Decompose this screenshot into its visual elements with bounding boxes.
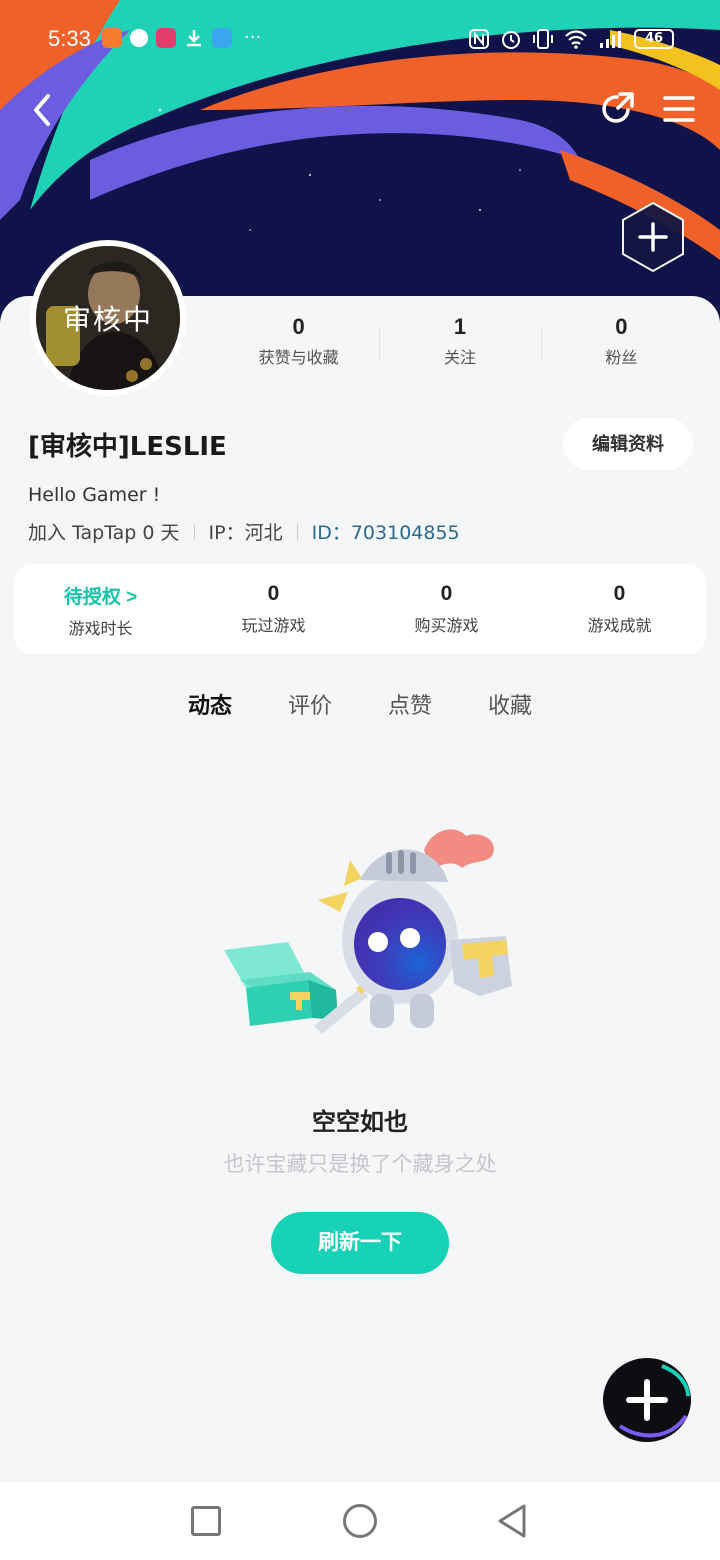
- stat-value: 0: [615, 314, 628, 339]
- refresh-button[interactable]: 刷新一下: [271, 1212, 449, 1274]
- stat-label: 粉丝: [605, 348, 638, 367]
- game-stat-playtime[interactable]: 待授权 > 游戏时长: [14, 564, 187, 654]
- content-tabs: 动态 评价 点赞 收藏: [0, 688, 720, 720]
- social-stats: 0 获赞与收藏 1 关注 0 粉丝: [218, 314, 702, 368]
- stat-value: 0: [292, 314, 305, 339]
- game-stat-value: 0: [440, 582, 453, 605]
- profile-screen: 5:33 ··· 46 审核中 0 获赞与收藏 1 关注 0 粉丝 [审核中]L…: [0, 0, 720, 1560]
- more-notifications: ···: [244, 27, 262, 48]
- empty-state-title: 空空如也: [312, 1108, 408, 1136]
- game-stat-label: 游戏时长: [68, 619, 133, 638]
- avatar[interactable]: 审核中: [30, 240, 186, 396]
- game-stat-value: 0: [613, 582, 626, 605]
- nfc-icon: [469, 29, 489, 49]
- game-stats-panel: 待授权 > 游戏时长 0 玩过游戏 0 购买游戏 0 游戏成就: [14, 564, 706, 654]
- divider: [296, 523, 298, 540]
- profile-meta: 加入 TapTap 0 天 IP：河北 ID：703104855: [28, 518, 460, 545]
- status-time: 5:33: [48, 26, 91, 51]
- alarm-icon: [502, 31, 520, 49]
- download-icon: [187, 30, 201, 47]
- stat-likes[interactable]: 0 获赞与收藏: [218, 314, 379, 368]
- stat-label: 关注: [443, 348, 476, 367]
- empty-state-illustration: [224, 829, 512, 1034]
- avatar-review-overlay: 审核中: [36, 246, 180, 390]
- share-icon[interactable]: [598, 90, 636, 128]
- app-notification-icon: [102, 28, 122, 48]
- tab-moments[interactable]: 动态: [185, 688, 234, 720]
- signal-icon: [600, 31, 621, 48]
- tab-reviews[interactable]: 评价: [286, 688, 334, 720]
- stat-followers[interactable]: 0 粉丝: [540, 314, 702, 368]
- tab-favorites[interactable]: 收藏: [486, 688, 534, 720]
- notification-icons: ···: [102, 28, 261, 48]
- game-stat-purchased[interactable]: 0 购买游戏: [360, 564, 533, 654]
- back-button[interactable]: [26, 90, 58, 130]
- recents-button[interactable]: [191, 1506, 221, 1536]
- game-stat-value: 0: [267, 582, 280, 605]
- vibrate-icon: [533, 29, 553, 49]
- message-icon: [130, 29, 148, 47]
- game-stat-label: 购买游戏: [414, 616, 479, 635]
- app-notification-icon: [212, 28, 232, 48]
- join-duration: 加入 TapTap 0 天: [28, 522, 180, 544]
- stat-value: 1: [453, 314, 467, 339]
- game-stat-achievements[interactable]: 0 游戏成就: [533, 564, 706, 654]
- empty-state-subtitle: 也许宝藏只是换了个藏身之处: [223, 1152, 497, 1176]
- avatar-image: 审核中: [36, 246, 180, 390]
- create-post-button[interactable]: [600, 1356, 694, 1444]
- tab-likes[interactable]: 点赞: [386, 688, 434, 720]
- username: [审核中]LESLIE: [28, 432, 227, 462]
- home-button[interactable]: [343, 1504, 377, 1538]
- wifi-icon: [565, 30, 587, 49]
- edit-profile-button[interactable]: 编辑资料: [563, 418, 693, 470]
- status-bar: 5:33 ··· 46: [0, 22, 720, 62]
- game-stat-played[interactable]: 0 玩过游戏: [187, 564, 360, 654]
- add-cover-button[interactable]: [618, 200, 688, 274]
- ip-location: IP：河北: [208, 522, 283, 544]
- system-back-button[interactable]: [494, 1502, 530, 1540]
- menu-icon[interactable]: [662, 94, 696, 124]
- stat-label: 获赞与收藏: [258, 348, 339, 367]
- user-id[interactable]: ID：703104855: [312, 518, 460, 545]
- game-stat-label: 游戏成就: [587, 616, 652, 635]
- bio: Hello Gamer !: [28, 484, 161, 506]
- stat-following[interactable]: 1 关注: [379, 314, 540, 368]
- system-navigation-bar: [0, 1482, 720, 1560]
- divider: [193, 523, 195, 540]
- battery-indicator: 46: [634, 29, 674, 49]
- game-stat-value: 待授权 >: [63, 587, 138, 608]
- game-stat-label: 玩过游戏: [241, 616, 306, 635]
- app-notification-icon: [156, 28, 176, 48]
- system-icons: 46: [468, 28, 674, 50]
